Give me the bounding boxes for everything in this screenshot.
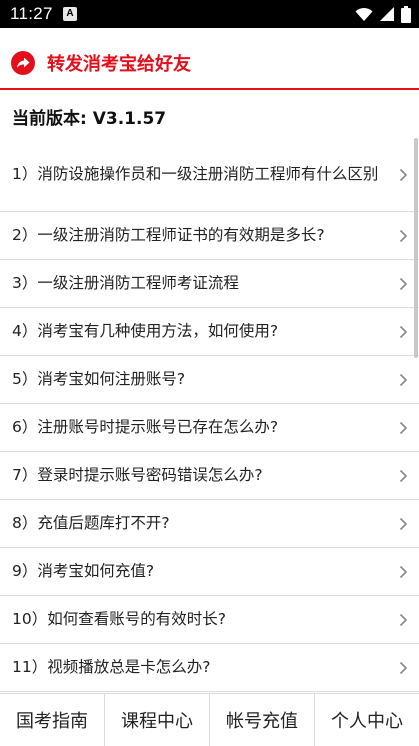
app-screen: 11:27 A 转发消考宝给好友 当前版本: V3.1.57 1）消防设施操作员…: [0, 0, 419, 746]
tab-account-recharge[interactable]: 帐号充值: [210, 694, 315, 746]
tab-personal-center[interactable]: 个人中心: [315, 694, 419, 746]
chevron-right-icon: [399, 421, 408, 434]
faq-item-label: 9）消考宝如何充值?: [12, 562, 155, 580]
chevron-right-icon: [399, 661, 408, 674]
chevron-right-icon: [399, 517, 408, 530]
notification-badge: A: [63, 7, 77, 21]
wifi-icon: [355, 7, 373, 21]
tab-course-center[interactable]: 课程中心: [105, 694, 210, 746]
chevron-right-icon: [399, 229, 408, 242]
faq-item-label: 3）一级注册消防工程师考证流程: [12, 274, 239, 292]
faq-item-label: 7）登录时提示账号密码错误怎么办?: [12, 466, 263, 484]
faq-item-8[interactable]: 8）充值后题库打不开?: [0, 500, 419, 548]
faq-item-label: 6）注册账号时提示账号已存在怎么办?: [12, 418, 279, 436]
chevron-right-icon: [399, 325, 408, 338]
tab-exam-guide[interactable]: 国考指南: [0, 694, 105, 746]
chevron-right-icon: [399, 613, 408, 626]
scrollbar-thumb[interactable]: [414, 138, 418, 358]
faq-item-label: 10）如何查看账号的有效时长?: [12, 610, 226, 628]
faq-item-7[interactable]: 7）登录时提示账号密码错误怎么办?: [0, 452, 419, 500]
share-arrow-icon: [11, 51, 35, 75]
faq-item-6[interactable]: 6）注册账号时提示账号已存在怎么办?: [0, 404, 419, 452]
faq-item-3[interactable]: 3）一级注册消防工程师考证流程: [0, 260, 419, 308]
faq-item-4[interactable]: 4）消考宝有几种使用方法，如何使用?: [0, 308, 419, 356]
faq-item-label: 1）消防设施操作员和一级注册消防工程师有什么区别: [12, 165, 379, 183]
faq-item-2[interactable]: 2）一级注册消防工程师证书的有效期是多长?: [0, 212, 419, 260]
faq-item-1[interactable]: 1）消防设施操作员和一级注册消防工程师有什么区别: [0, 138, 419, 212]
status-bar: 11:27 A: [0, 0, 419, 28]
faq-item-label: 8）充值后题库打不开?: [12, 514, 170, 532]
signal-icon: [380, 7, 394, 21]
faq-item-label: 4）消考宝有几种使用方法，如何使用?: [12, 322, 279, 340]
chevron-right-icon: [399, 168, 408, 181]
battery-icon: [401, 5, 411, 23]
faq-item-label: 5）消考宝如何注册账号?: [12, 370, 186, 388]
bottom-tab-bar: 国考指南 课程中心 帐号充值 个人中心: [0, 693, 419, 746]
version-label: 当前版本: V3.1.57: [12, 109, 167, 129]
chevron-right-icon: [399, 373, 408, 386]
share-label: 转发消考宝给好友: [47, 54, 191, 75]
faq-item-label: 11）视频播放总是卡怎么办?: [12, 658, 211, 676]
faq-item-10[interactable]: 10）如何查看账号的有效时长?: [0, 596, 419, 644]
chevron-right-icon: [399, 469, 408, 482]
faq-item-5[interactable]: 5）消考宝如何注册账号?: [0, 356, 419, 404]
faq-item-9[interactable]: 9）消考宝如何充值?: [0, 548, 419, 596]
status-icons: [355, 5, 411, 23]
share-to-friends-button[interactable]: 转发消考宝给好友: [0, 38, 419, 90]
status-time: 11:27: [10, 4, 53, 23]
chevron-right-icon: [399, 565, 408, 578]
faq-item-label: 2）一级注册消防工程师证书的有效期是多长?: [12, 226, 325, 244]
faq-list: 1）消防设施操作员和一级注册消防工程师有什么区别 2）一级注册消防工程师证书的有…: [0, 138, 419, 692]
faq-item-11[interactable]: 11）视频播放总是卡怎么办?: [0, 644, 419, 692]
chevron-right-icon: [399, 277, 408, 290]
